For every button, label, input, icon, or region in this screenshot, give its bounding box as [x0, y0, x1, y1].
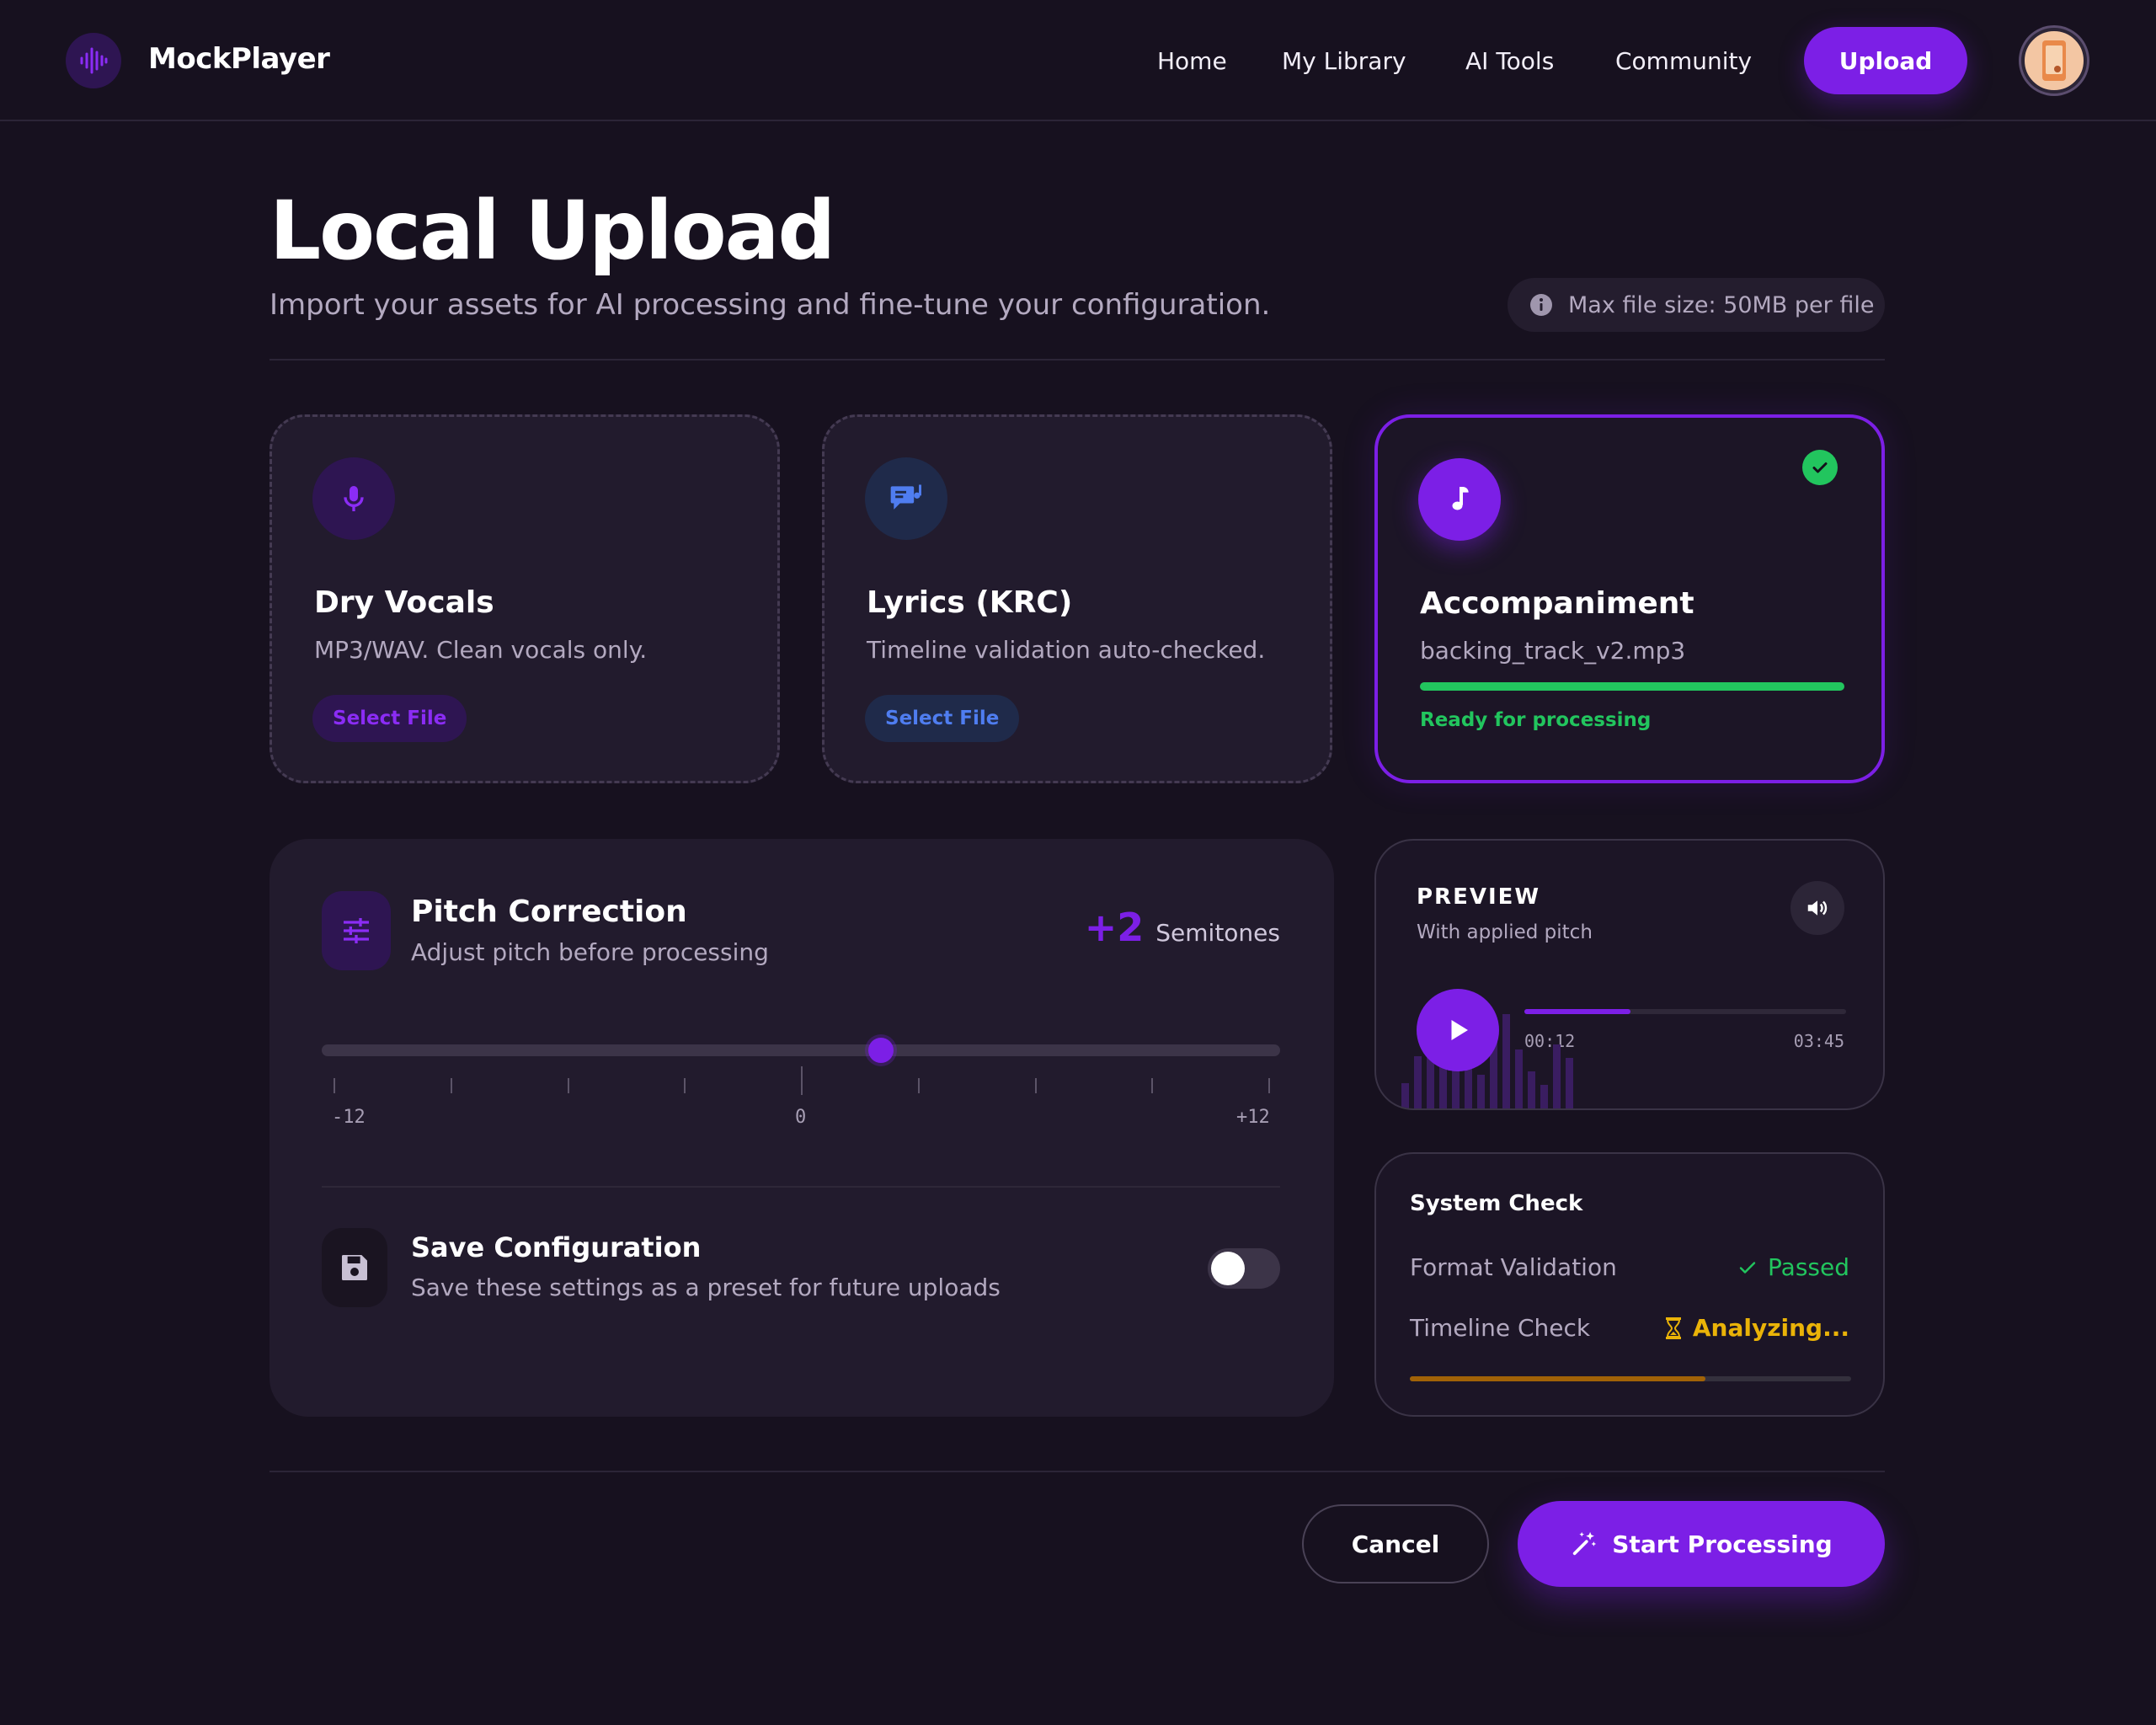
nav-link-my-library[interactable]: My Library: [1282, 47, 1406, 75]
nav-link-community[interactable]: Community: [1615, 47, 1752, 75]
user-avatar[interactable]: [2021, 28, 2087, 93]
pitch-mid-label: 0: [795, 1107, 807, 1128]
dry-vocals-select-button[interactable]: Select File: [312, 695, 467, 742]
music-note-icon: [1418, 458, 1501, 541]
start-processing-label: Start Processing: [1612, 1530, 1833, 1558]
check-icon: [1802, 450, 1838, 485]
waveform-bar: [1401, 1083, 1409, 1108]
pitch-tick: [567, 1078, 569, 1093]
pitch-tick: [1268, 1078, 1270, 1093]
pitch-max-label: +12: [1236, 1107, 1270, 1128]
total-time: 03:45: [1793, 1031, 1844, 1051]
waveform-bar: [1540, 1085, 1548, 1108]
pitch-title: Pitch Correction: [411, 895, 687, 929]
pitch-tick: [684, 1078, 686, 1093]
timeline-check-value: Analyzing...: [1692, 1314, 1849, 1342]
avatar-image-icon: [2042, 40, 2066, 81]
accompaniment-title: Accompaniment: [1420, 586, 1694, 621]
waveform-bar: [1465, 1068, 1472, 1108]
pitch-slider[interactable]: [322, 1038, 1280, 1063]
logo-waveform-icon: [66, 33, 121, 88]
pitch-divider: [322, 1186, 1280, 1188]
system-check-panel: System Check Format Validation Passed Ti…: [1374, 1152, 1885, 1417]
play-icon: [1451, 1020, 1468, 1040]
pitch-unit: Semitones: [1155, 919, 1280, 947]
pitch-tick: [334, 1078, 335, 1093]
waveform-bar: [1502, 1014, 1510, 1108]
toggle-knob: [1211, 1252, 1245, 1285]
accompaniment-status: Ready for processing: [1420, 709, 1652, 731]
header-divider: [270, 359, 1885, 360]
volume-button[interactable]: [1790, 881, 1844, 935]
lyrics-desc: Timeline validation auto-checked.: [867, 636, 1266, 664]
brand-name[interactable]: MockPlayer: [148, 42, 330, 76]
lyrics-card[interactable]: Lyrics (KRC) Timeline validation auto-ch…: [822, 414, 1332, 783]
waveform-bar: [1566, 1058, 1573, 1108]
pitch-value-display: +2 Semitones: [1085, 905, 1280, 950]
preview-panel: PREVIEW With applied pitch 00:12 03:45: [1374, 839, 1885, 1110]
preview-subtitle: With applied pitch: [1417, 921, 1593, 943]
pitch-correction-panel: Pitch Correction Adjust pitch before pro…: [270, 839, 1334, 1417]
save-config-title: Save Configuration: [411, 1231, 702, 1263]
waveform-bar: [1414, 1056, 1422, 1108]
lyrics-icon: [865, 457, 947, 540]
pitch-min-label: -12: [332, 1107, 366, 1128]
accompaniment-progress-fill: [1420, 682, 1844, 691]
footer-divider: [270, 1471, 1885, 1472]
waveform-bar: [1528, 1071, 1535, 1108]
pitch-subtitle: Adjust pitch before processing: [411, 938, 769, 966]
save-config-subtitle: Save these settings as a preset for futu…: [411, 1274, 1001, 1301]
page-subtitle: Import your assets for AI processing and…: [270, 288, 1271, 322]
waveform-bar: [1477, 1075, 1485, 1108]
nav-link-home[interactable]: Home: [1157, 47, 1227, 75]
start-processing-button[interactable]: Start Processing: [1518, 1501, 1885, 1587]
accompaniment-progress-bar: [1420, 682, 1844, 691]
top-nav: MockPlayer Home My Library AI Tools Comm…: [0, 0, 2156, 121]
play-button[interactable]: [1417, 989, 1499, 1071]
magic-wand-icon: [1573, 1531, 1597, 1556]
timeline-check-status: Analyzing...: [1664, 1314, 1849, 1342]
save-icon: [322, 1228, 387, 1307]
sliders-icon: [322, 891, 391, 970]
timeline-check-label: Timeline Check: [1410, 1314, 1591, 1342]
dry-vocals-title: Dry Vocals: [314, 585, 494, 620]
pitch-tick: [917, 1078, 920, 1093]
accompaniment-card[interactable]: Accompaniment backing_track_v2.mp3 Ready…: [1374, 414, 1885, 783]
pitch-tick: [801, 1066, 803, 1095]
hourglass-icon: [1665, 1316, 1681, 1339]
system-check-progress-bar: [1410, 1376, 1851, 1381]
format-validation-value: Passed: [1768, 1253, 1849, 1281]
pitch-tick: [1034, 1078, 1037, 1093]
page-title: Local Upload: [270, 184, 835, 278]
waveform-bar: [1553, 1044, 1561, 1108]
pitch-value: +2: [1084, 905, 1145, 950]
dry-vocals-card[interactable]: Dry Vocals MP3/WAV. Clean vocals only. S…: [270, 414, 780, 783]
system-check-progress-fill: [1410, 1376, 1706, 1381]
pitch-tick: [1151, 1078, 1154, 1093]
system-check-title: System Check: [1410, 1191, 1583, 1216]
waveform-bar: [1515, 1049, 1523, 1108]
volume-icon: [1807, 900, 1828, 916]
format-validation-status: Passed: [1737, 1253, 1849, 1281]
pitch-slider-thumb[interactable]: [867, 1038, 894, 1063]
dry-vocals-desc: MP3/WAV. Clean vocals only.: [314, 636, 648, 664]
file-size-info: Max file size: 50MB per file: [1508, 278, 1885, 332]
cancel-button[interactable]: Cancel: [1302, 1504, 1489, 1583]
upload-button[interactable]: Upload: [1804, 27, 1967, 94]
file-size-text: Max file size: 50MB per file: [1568, 291, 1875, 318]
format-validation-label: Format Validation: [1410, 1253, 1617, 1281]
pitch-tick: [450, 1078, 452, 1093]
info-icon: [1530, 294, 1552, 316]
save-config-toggle[interactable]: [1208, 1248, 1280, 1289]
preview-label: PREVIEW: [1417, 884, 1541, 910]
lyrics-title: Lyrics (KRC): [867, 585, 1073, 620]
accompaniment-filename: backing_track_v2.mp3: [1420, 637, 1686, 665]
nav-link-ai-tools[interactable]: AI Tools: [1465, 47, 1554, 75]
lyrics-select-button[interactable]: Select File: [865, 695, 1020, 742]
check-icon: [1739, 1261, 1756, 1274]
microphone-icon: [312, 457, 395, 540]
